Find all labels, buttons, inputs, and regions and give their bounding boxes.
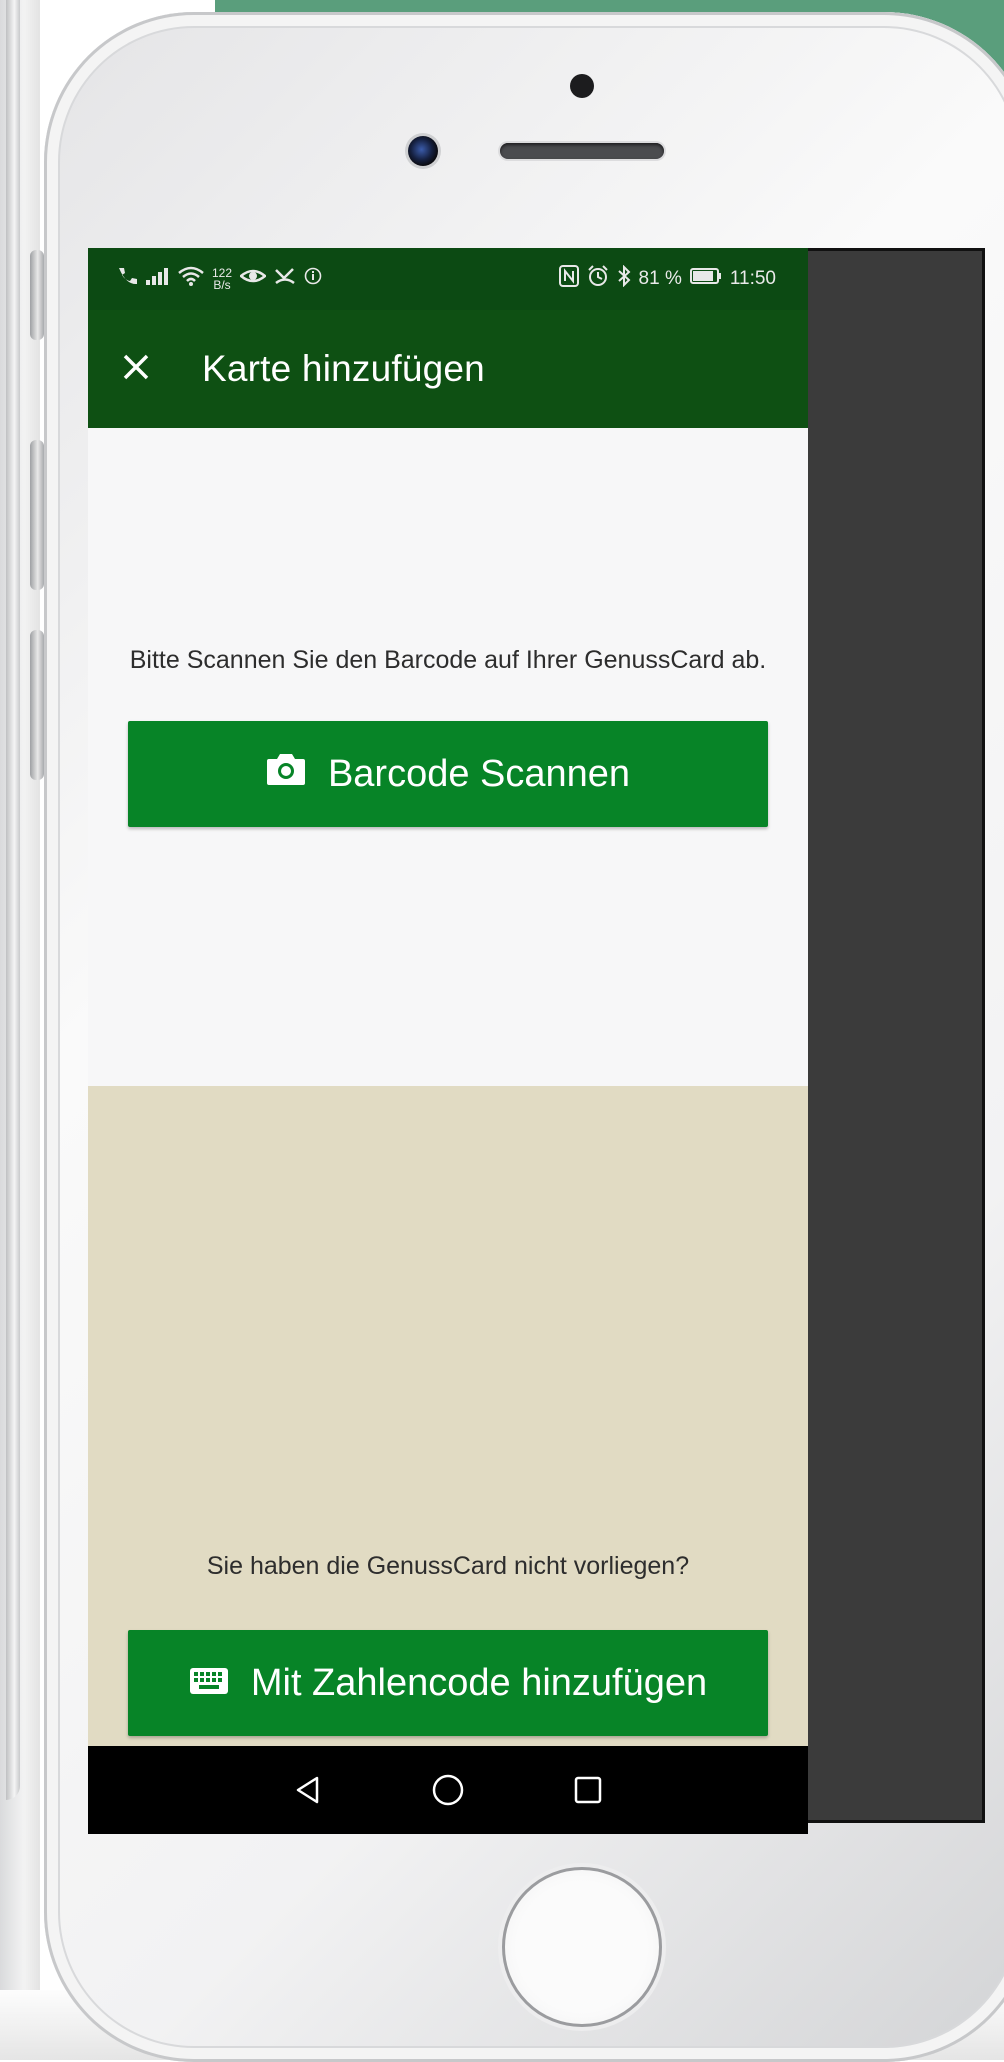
signal-icon xyxy=(146,267,170,291)
barcode-scan-button-label: Barcode Scannen xyxy=(327,752,631,795)
number-code-add-button-label: Mit Zahlencode hinzufügen xyxy=(250,1661,708,1704)
back-icon[interactable] xyxy=(286,1768,330,1812)
page-title: Karte hinzufügen xyxy=(202,348,485,389)
manual-entry-section: Sie haben die GenussCard nicht vorliegen… xyxy=(88,1086,808,1746)
side-button-mute xyxy=(30,250,44,340)
android-nav-bar xyxy=(88,1746,808,1834)
home-icon[interactable] xyxy=(426,1768,470,1812)
wifi-icon xyxy=(178,266,204,292)
status-time: 11:50 xyxy=(729,268,776,289)
missed-call-icon xyxy=(274,266,296,292)
side-button-volume-up xyxy=(30,440,44,590)
info-icon xyxy=(304,267,322,291)
number-code-add-button[interactable]: Mit Zahlencode hinzufügen xyxy=(128,1630,768,1736)
alarm-icon xyxy=(587,265,609,293)
earpiece-speaker xyxy=(500,143,664,159)
camera-icon xyxy=(266,752,306,796)
app-bar: Karte hinzufügen xyxy=(88,310,808,428)
scan-section: Bitte Scannen Sie den Barcode auf Ihrer … xyxy=(88,428,808,1086)
manual-entry-question: Sie haben die GenussCard nicht vorliegen… xyxy=(206,1552,690,1580)
net-speed-unit: B/s xyxy=(213,278,231,292)
proximity-sensor xyxy=(570,74,594,98)
battery-icon xyxy=(689,268,722,290)
eye-icon xyxy=(239,266,267,292)
side-button-volume-down xyxy=(30,630,44,780)
app-screen: 122 B/s 81 % 11:50 Karte hinzufügen Bitt… xyxy=(88,248,808,1834)
net-speed: 122 B/s xyxy=(212,267,232,291)
recent-apps-icon[interactable] xyxy=(566,1768,610,1812)
background-device-edge-inner xyxy=(6,0,20,1800)
bluetooth-icon xyxy=(617,264,631,293)
barcode-scan-button[interactable]: Barcode Scannen xyxy=(128,721,768,827)
status-right-icons: 81 % 11:50 xyxy=(558,264,776,293)
battery-percent: 81 % xyxy=(638,268,682,289)
nfc-icon xyxy=(558,265,579,293)
front-camera xyxy=(408,136,438,166)
keyboard-icon xyxy=(189,1662,229,1705)
scan-instruction: Bitte Scannen Sie den Barcode auf Ihrer … xyxy=(129,646,767,674)
status-left-icons: 122 B/s xyxy=(116,266,322,292)
status-bar: 122 B/s 81 % 11:50 xyxy=(88,248,808,310)
home-button[interactable] xyxy=(502,1867,662,2027)
call-icon xyxy=(116,266,138,292)
close-icon xyxy=(121,349,151,389)
close-button[interactable] xyxy=(88,310,184,428)
